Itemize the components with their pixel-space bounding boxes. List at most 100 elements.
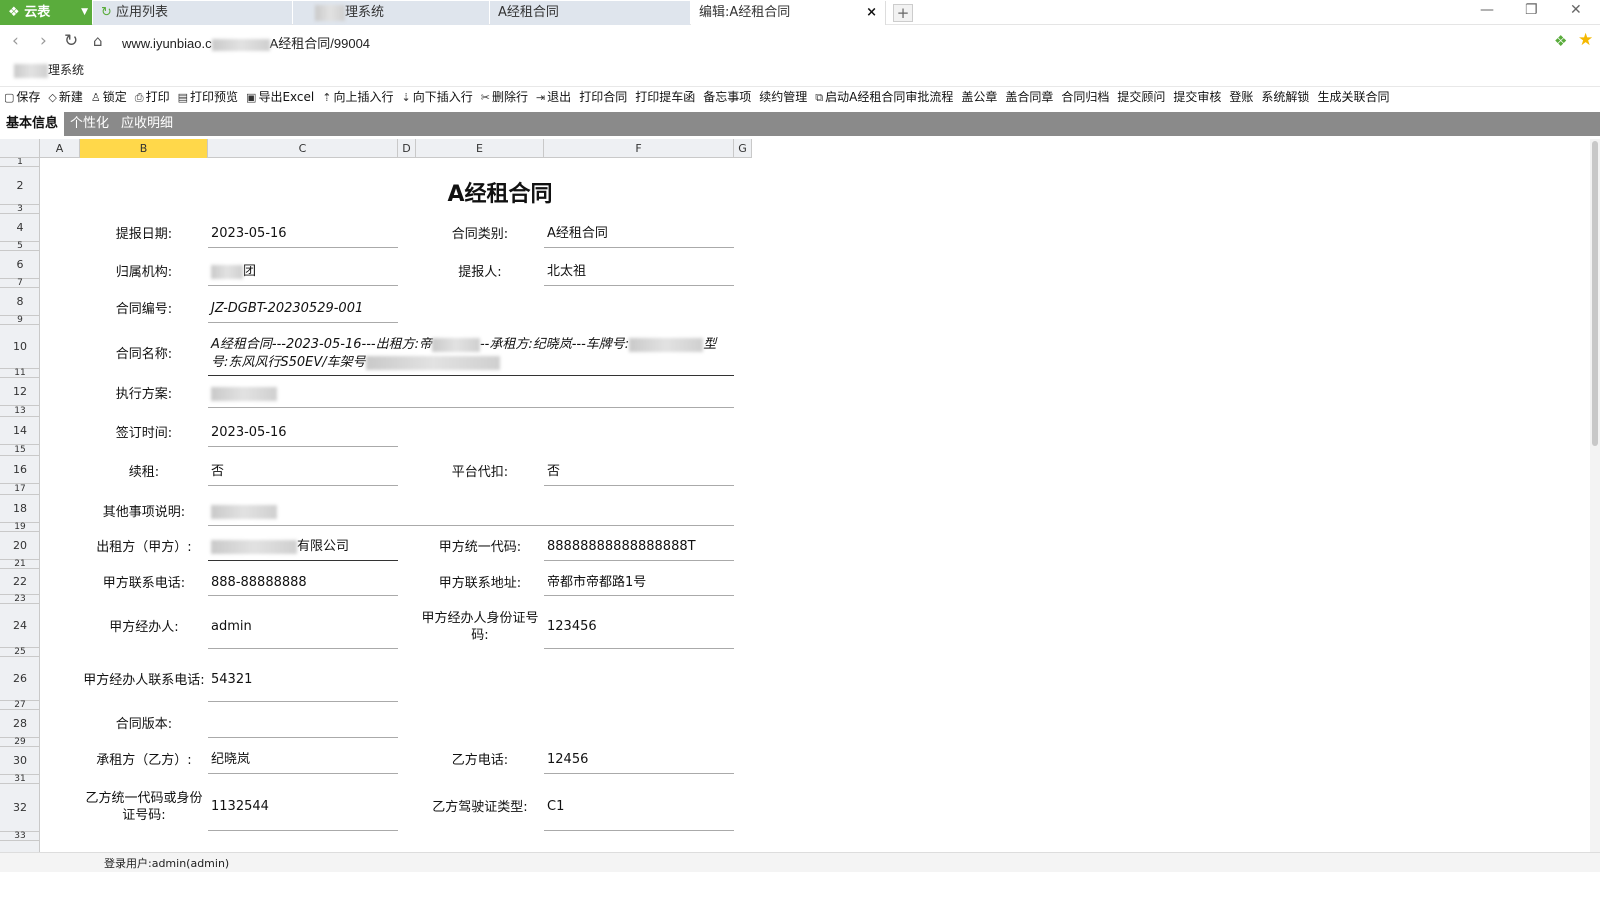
toolbar-button-1[interactable]: ◇ 新建 xyxy=(44,87,86,107)
row-header[interactable]: 16 xyxy=(0,456,39,484)
url-field[interactable]: www.iyunbiao.c A经租合同/99004 xyxy=(122,33,370,52)
reload-icon[interactable]: ↻ xyxy=(64,31,78,51)
column-header-g[interactable]: G xyxy=(734,139,752,158)
row-header[interactable]: 3 xyxy=(0,204,39,214)
toolbar-button-14[interactable]: ⧉ 启动A经租合同审批流程 xyxy=(811,87,957,107)
chevron-down-icon[interactable]: ▼ xyxy=(81,0,88,25)
toolbar-button-21[interactable]: 系统解锁 xyxy=(1257,87,1313,107)
tab-personalization[interactable]: 个性化 xyxy=(64,112,115,136)
column-header-e[interactable]: E xyxy=(416,139,544,158)
column-header-c[interactable]: C xyxy=(208,139,398,158)
row-header[interactable]: 23 xyxy=(0,594,39,604)
row-header[interactable]: 6 xyxy=(0,251,39,279)
tab-system[interactable]: 理系统 xyxy=(293,1,489,25)
extension-icon[interactable]: ❖ xyxy=(1554,32,1567,50)
tab-edit-contract[interactable]: 编辑:A经租合同 × xyxy=(691,1,886,25)
window-close-icon[interactable]: ✕ xyxy=(1570,2,1582,18)
corner-cell[interactable] xyxy=(0,139,40,158)
row-header[interactable]: 30 xyxy=(0,747,39,775)
lessor-field[interactable]: 有限公司 xyxy=(208,533,398,561)
a-phone-field[interactable]: 888-88888888 xyxy=(208,570,398,596)
tab-yunbiao[interactable]: ❖ 云表 ▼ xyxy=(0,0,92,25)
vertical-scrollbar[interactable] xyxy=(1590,139,1600,852)
toolbar-button-0[interactable]: ▢ 保存 xyxy=(0,87,44,107)
toolbar-button-8[interactable]: ✂ 删除行 xyxy=(477,87,532,107)
row-header[interactable]: 8 xyxy=(0,288,39,316)
toolbar-button-3[interactable]: ⎙ 打印 xyxy=(131,87,174,107)
toolbar-button-5[interactable]: ▣ 导出Excel xyxy=(242,87,318,107)
row-header[interactable]: 33 xyxy=(0,831,39,841)
home-icon[interactable]: ⌂ xyxy=(93,32,103,50)
row-header[interactable]: 27 xyxy=(0,700,39,710)
toolbar-button-7[interactable]: ⇣ 向下插入行 xyxy=(397,87,476,107)
toolbar-button-16[interactable]: 盖合同章 xyxy=(1001,87,1057,107)
row-header[interactable]: 22 xyxy=(0,569,39,595)
toolbar-button-17[interactable]: 合同归档 xyxy=(1057,87,1113,107)
a-address-field[interactable]: 帝都市帝都路1号 xyxy=(544,570,734,596)
row-header[interactable]: 13 xyxy=(0,406,39,417)
reporter-field[interactable]: 北太祖 xyxy=(544,258,734,286)
toolbar-button-4[interactable]: ▤ 打印预览 xyxy=(174,87,242,107)
toolbar-button-2[interactable]: ♙ 锁定 xyxy=(87,87,131,107)
column-header-a[interactable]: A xyxy=(40,139,80,158)
row-header[interactable]: 29 xyxy=(0,737,39,747)
minimize-icon[interactable]: — xyxy=(1480,2,1494,18)
forward-icon[interactable]: › xyxy=(40,31,47,51)
row-header[interactable]: 28 xyxy=(0,710,39,738)
row-header[interactable]: 9 xyxy=(0,315,39,325)
sign-time-field[interactable]: 2023-05-16 xyxy=(208,419,398,447)
row-header[interactable]: 31 xyxy=(0,774,39,784)
tab-basic-info[interactable]: 基本信息 xyxy=(0,112,65,136)
a-agent-phone-field[interactable]: 54321 xyxy=(208,658,398,702)
close-icon[interactable]: × xyxy=(866,1,877,25)
toolbar-button-9[interactable]: ⇥ 退出 xyxy=(532,87,575,107)
row-header[interactable]: 5 xyxy=(0,241,39,251)
a-agent-field[interactable]: admin xyxy=(208,605,398,649)
scrollbar-thumb[interactable] xyxy=(1592,141,1598,446)
row-header[interactable]: 4 xyxy=(0,214,39,242)
b-code-field[interactable]: 1132544 xyxy=(208,783,398,831)
toolbar-button-15[interactable]: 盖公章 xyxy=(957,87,1001,107)
tab-contract[interactable]: A经租合同 xyxy=(490,1,690,25)
contract-no-field[interactable]: JZ-DGBT-20230529-001 xyxy=(208,295,398,323)
b-phone-field[interactable]: 12456 xyxy=(544,746,734,774)
row-header[interactable]: 20 xyxy=(0,532,39,560)
b-license-field[interactable]: C1 xyxy=(544,783,734,831)
a-code-field[interactable]: 88888888888888888T xyxy=(544,533,734,561)
toolbar-button-13[interactable]: 续约管理 xyxy=(755,87,811,107)
row-header[interactable]: 10 xyxy=(0,325,39,369)
toolbar-button-12[interactable]: 备忘事项 xyxy=(699,87,755,107)
renew-field[interactable]: 否 xyxy=(208,458,398,486)
row-header[interactable]: 21 xyxy=(0,559,39,569)
version-field[interactable] xyxy=(208,710,398,738)
column-header-b[interactable]: B xyxy=(80,139,208,158)
column-header-f[interactable]: F xyxy=(544,139,734,158)
toolbar-button-11[interactable]: 打印提车函 xyxy=(631,87,699,107)
back-icon[interactable]: ‹ xyxy=(12,31,19,51)
toolbar-button-19[interactable]: 提交审核 xyxy=(1169,87,1225,107)
tab-receivables[interactable]: 应收明细 xyxy=(115,112,179,136)
row-header[interactable]: 25 xyxy=(0,647,39,657)
row-header[interactable]: 15 xyxy=(0,445,39,456)
row-header[interactable]: 17 xyxy=(0,484,39,495)
favorite-star-icon[interactable]: ★ xyxy=(1578,30,1593,50)
org-field[interactable]: 团 xyxy=(208,258,398,286)
toolbar-button-10[interactable]: 打印合同 xyxy=(575,87,631,107)
row-header[interactable]: 26 xyxy=(0,657,39,701)
lessee-field[interactable]: 纪晓岚 xyxy=(208,746,398,774)
row-header[interactable]: 2 xyxy=(0,167,39,205)
plan-field[interactable] xyxy=(208,380,734,408)
row-header[interactable]: 32 xyxy=(0,784,39,832)
tab-app-list[interactable]: ↻ 应用列表 xyxy=(93,1,292,25)
row-header[interactable]: 11 xyxy=(0,368,39,378)
toolbar-button-22[interactable]: 生成关联合同 xyxy=(1313,87,1393,107)
column-header-d[interactable]: D xyxy=(398,139,416,158)
row-header[interactable]: 18 xyxy=(0,495,39,523)
row-header[interactable]: 7 xyxy=(0,278,39,288)
new-tab-button[interactable]: + xyxy=(893,4,913,22)
bookmark-item[interactable]: 理系统 xyxy=(14,61,84,78)
row-header[interactable]: 12 xyxy=(0,378,39,406)
platform-field[interactable]: 否 xyxy=(544,458,734,486)
restore-icon[interactable]: ❐ xyxy=(1525,2,1538,18)
toolbar-button-18[interactable]: 提交顾问 xyxy=(1113,87,1169,107)
